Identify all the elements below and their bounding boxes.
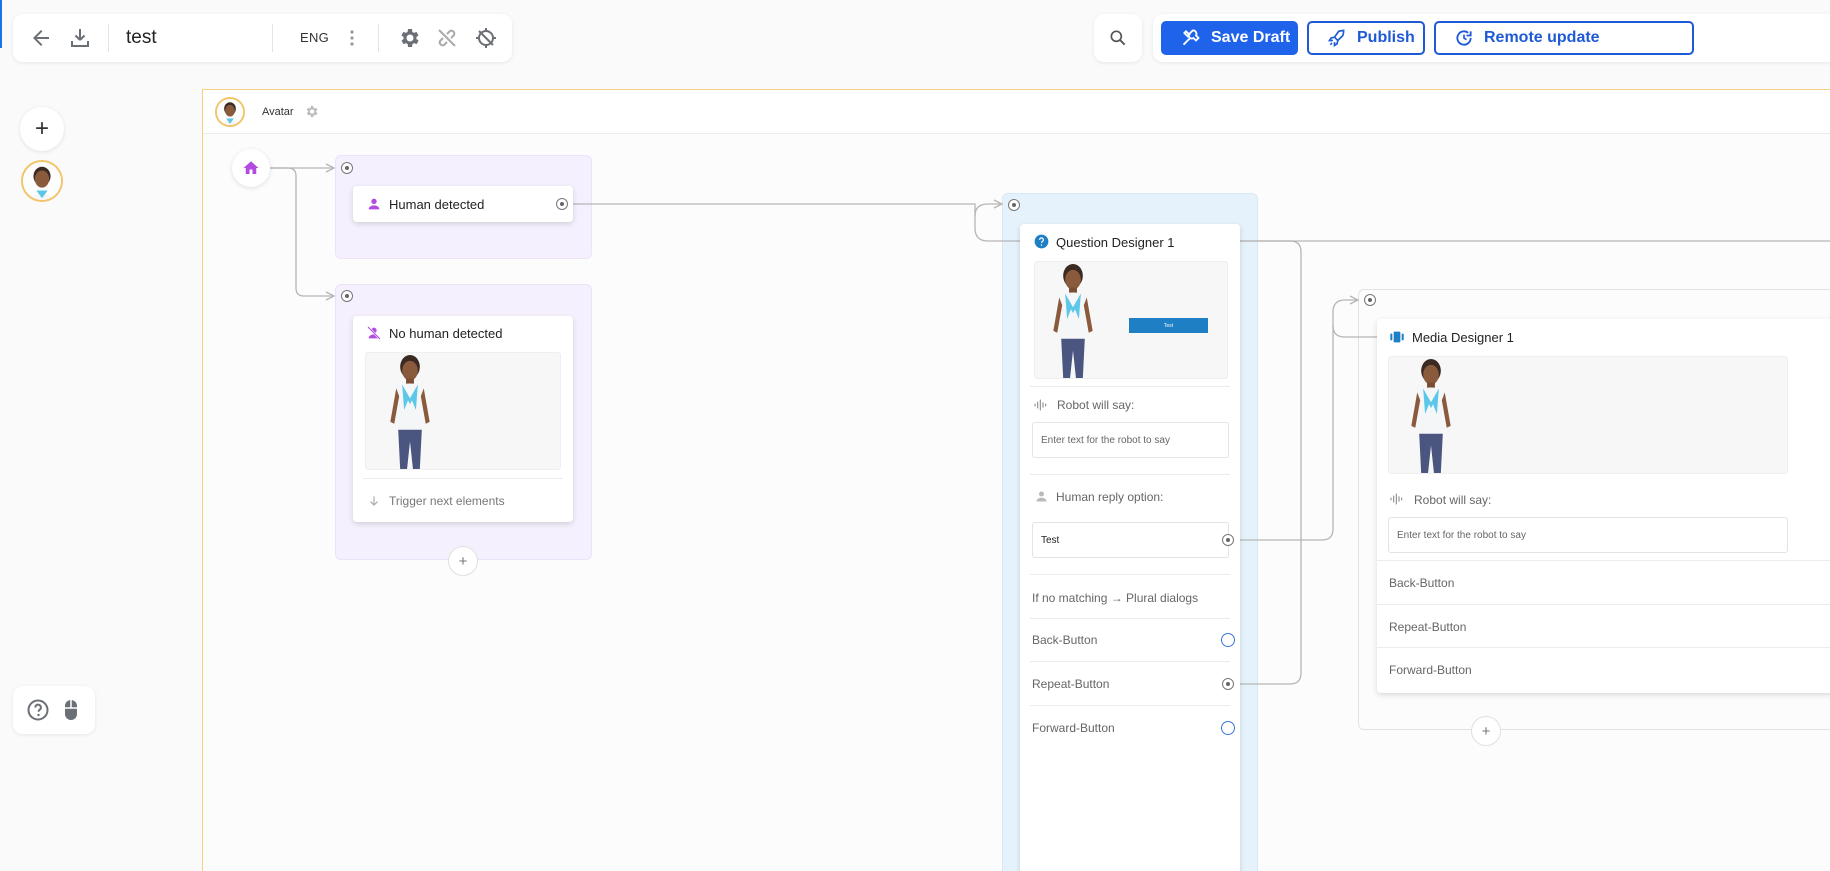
card-divider [363, 478, 563, 479]
no-matching-label[interactable]: If no matching → Plural dialogs [1032, 591, 1198, 605]
mouse-icon[interactable] [59, 698, 83, 722]
add-element-button[interactable]: + [1471, 716, 1501, 746]
search-icon [1110, 30, 1126, 46]
home-icon [243, 161, 259, 174]
action-bar: Save Draft Publish Remote update [1153, 14, 1830, 62]
publish-label: Publish [1357, 29, 1415, 46]
reply-output-port[interactable] [1222, 534, 1234, 546]
avatar-preview-image [365, 352, 561, 470]
reply-option-input[interactable]: Test [1032, 522, 1229, 558]
refresh-icon [1456, 30, 1472, 46]
question-icon [1034, 234, 1049, 249]
robot-say-input[interactable]: Enter text for the robot to say [1032, 422, 1229, 458]
frame-avatar-icon [215, 97, 245, 127]
save-draft-button[interactable]: Save Draft [1161, 21, 1298, 55]
output-port[interactable] [556, 198, 568, 210]
repeat-button-option[interactable]: Repeat-Button [1032, 677, 1109, 691]
trigger-next-label[interactable]: Trigger next elements [389, 494, 505, 508]
toolbar-divider [378, 24, 379, 52]
person-icon [368, 198, 380, 210]
language-selector[interactable]: ENG [300, 30, 329, 45]
media-preview-image [1388, 356, 1788, 474]
robot-say-label: Robot will say: [1057, 398, 1135, 412]
robot-say-label: Robot will say: [1414, 493, 1492, 507]
card-divider [1377, 560, 1830, 561]
remote-update-label: Remote update [1484, 29, 1600, 46]
card-divider [1377, 647, 1830, 648]
toolbar-divider [108, 24, 109, 52]
tools-icon [1182, 29, 1200, 46]
repeat-button-option[interactable]: Repeat-Button [1389, 620, 1466, 634]
more-vertical-icon[interactable] [334, 20, 370, 56]
project-title[interactable]: test [126, 27, 157, 49]
link-off-icon[interactable] [429, 20, 465, 56]
card-divider [1030, 705, 1230, 706]
gear-icon[interactable] [391, 20, 427, 56]
frame-title: Avatar [262, 106, 294, 118]
help-toolbar [13, 686, 95, 734]
remote-update-button[interactable]: Remote update [1434, 21, 1694, 55]
robot-say-input[interactable]: Enter text for the robot to say [1388, 517, 1788, 553]
forward-button-option[interactable]: Forward-Button [1389, 663, 1472, 677]
main-toolbar: test ENG [0, 0, 512, 62]
save-draft-label: Save Draft [1211, 29, 1291, 46]
add-element-button[interactable]: + [448, 546, 478, 576]
media-designer-node[interactable]: Media Designer 1 Robot will say: Enter t… [1377, 319, 1830, 693]
help-icon[interactable] [26, 698, 50, 722]
forward-button-port[interactable] [1221, 721, 1235, 735]
node-title: Human detected [389, 197, 485, 212]
forward-button-option[interactable]: Forward-Button [1032, 721, 1115, 735]
plus-icon: + [1481, 722, 1491, 740]
gps-off-icon[interactable] [468, 20, 504, 56]
back-button-option[interactable]: Back-Button [1389, 576, 1454, 590]
card-divider [1377, 604, 1830, 605]
active-edge-indicator [0, 0, 2, 48]
preview-test-button: Test [1129, 318, 1208, 333]
person-icon [1036, 491, 1047, 502]
toolbar-divider [272, 24, 273, 52]
input-port[interactable] [341, 290, 353, 302]
person-off-icon [367, 326, 381, 340]
rocket-icon [1327, 29, 1345, 48]
card-divider [1030, 474, 1230, 475]
input-port[interactable] [1364, 294, 1376, 306]
human-reply-label: Human reply option: [1056, 490, 1164, 504]
voice-wave-icon [1034, 399, 1047, 411]
search-button[interactable] [1094, 14, 1142, 62]
node-title: Question Designer 1 [1056, 235, 1175, 250]
add-scene-button[interactable]: + [20, 107, 64, 151]
plus-icon: + [458, 552, 468, 570]
input-port[interactable] [341, 162, 353, 174]
publish-button[interactable]: Publish [1307, 21, 1425, 55]
frame-settings-gear-icon[interactable] [304, 104, 319, 119]
no-human-detected-node[interactable]: No human detected Trigger next elements [353, 316, 573, 522]
download-icon[interactable] [62, 20, 98, 56]
node-title: Media Designer 1 [1412, 330, 1514, 345]
avatar-scene-thumbnail[interactable] [21, 160, 63, 202]
frame-header: Avatar [203, 90, 1830, 134]
back-button-port[interactable] [1221, 633, 1235, 647]
card-divider [1030, 574, 1230, 575]
card-divider [1030, 618, 1230, 619]
plus-icon: + [34, 115, 49, 142]
avatar-icon [23, 162, 61, 200]
repeat-output-port[interactable] [1222, 678, 1234, 690]
node-title: No human detected [389, 326, 503, 341]
start-home-node[interactable] [232, 149, 270, 187]
media-icon [1390, 331, 1404, 343]
back-arrow-icon[interactable] [23, 20, 59, 56]
human-detected-node[interactable]: Human detected [353, 186, 573, 222]
input-port[interactable] [1008, 199, 1020, 211]
voice-wave-icon [1390, 493, 1403, 505]
card-divider [1030, 386, 1230, 387]
card-divider [1030, 661, 1230, 662]
back-button-option[interactable]: Back-Button [1032, 633, 1097, 647]
arrow-down-icon [370, 496, 378, 506]
